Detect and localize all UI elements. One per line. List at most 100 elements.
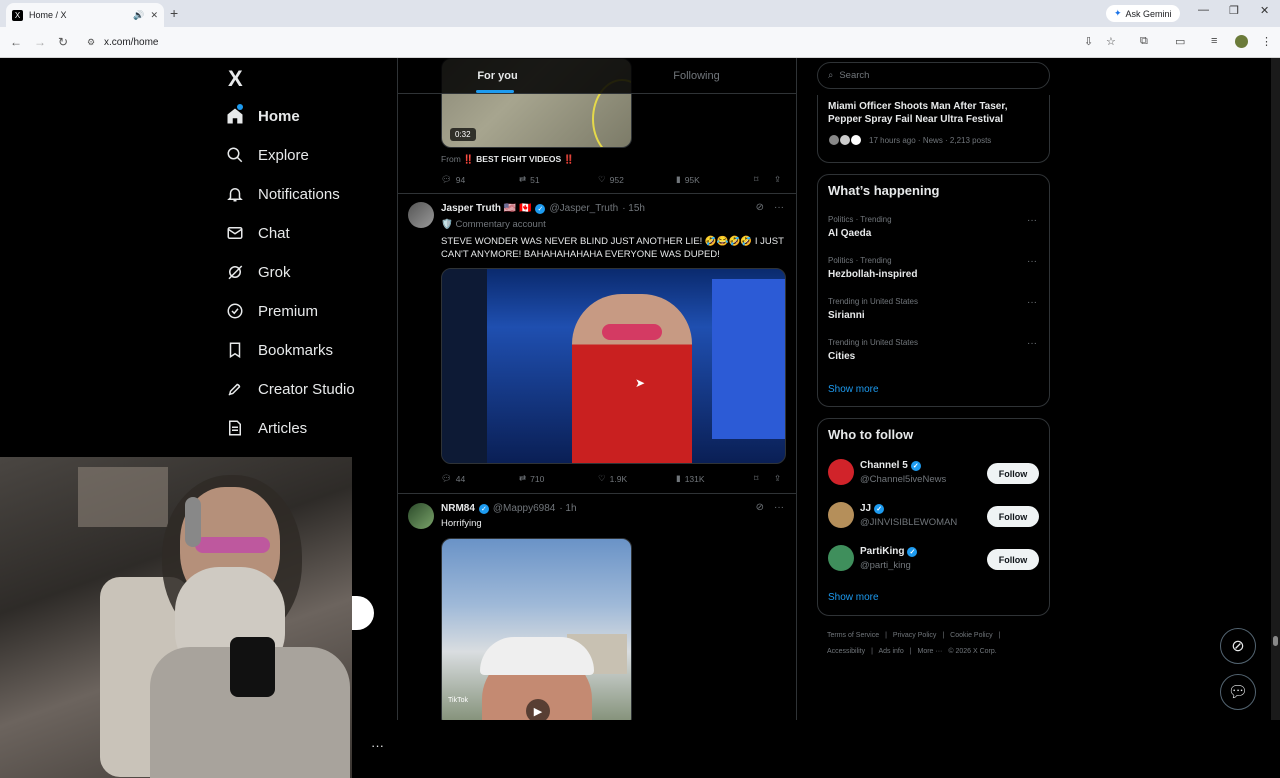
play-icon[interactable]: ▶ xyxy=(526,699,550,720)
sidebar-item-grok[interactable]: Grok xyxy=(226,260,291,284)
post-time[interactable]: · 1h xyxy=(559,503,576,514)
sidebar-item-premium[interactable]: Premium xyxy=(226,299,318,323)
trend-more-icon[interactable]: ··· xyxy=(1027,215,1037,226)
repost-count: 710 xyxy=(530,473,545,484)
avatar[interactable] xyxy=(828,545,854,571)
author-name[interactable]: Jasper Truth 🇺🇸 🇨🇦 xyxy=(441,203,531,214)
menu-kebab-icon[interactable]: ⋮ xyxy=(1261,35,1272,48)
search-input[interactable]: ⌕ Search xyxy=(817,62,1050,89)
author-name[interactable]: NRM84 xyxy=(441,503,475,514)
media-controls-icon[interactable]: ≡ xyxy=(1211,35,1217,47)
views-icon: ▮ xyxy=(676,473,681,483)
side-panel-icon[interactable]: ▭ xyxy=(1175,35,1185,48)
follow-button[interactable]: Follow xyxy=(987,463,1039,484)
footer-link[interactable]: More ··· xyxy=(918,648,943,655)
grok-post-icon[interactable]: ⊘ xyxy=(756,202,764,213)
share-icon[interactable]: ⇪ xyxy=(774,174,781,185)
repost-button[interactable]: ⇄ 710 xyxy=(519,473,544,484)
repost-count: 51 xyxy=(530,174,540,185)
post-video[interactable] xyxy=(441,268,786,464)
repost-button[interactable]: ⇄ 51 xyxy=(519,174,540,185)
news-card[interactable]: Miami Officer Shoots Man After Taser, Pe… xyxy=(817,95,1050,163)
author-handle[interactable]: @Jasper_Truth xyxy=(549,203,618,214)
account-name[interactable]: Channel 5 ✓ xyxy=(860,460,921,471)
post-more-icon[interactable]: ··· xyxy=(774,202,784,213)
speaker-icon[interactable]: 🔊 xyxy=(133,10,144,21)
post-video[interactable]: TikTok ▶ xyxy=(441,538,632,720)
browser-tab[interactable]: X Home / X 🔊 ✕ xyxy=(6,3,164,27)
grok-fab-button[interactable]: ⊘ xyxy=(1220,628,1256,664)
show-more-link[interactable]: Show more xyxy=(828,592,879,603)
new-tab-icon[interactable]: + xyxy=(170,5,178,21)
post-more-icon[interactable]: ··· xyxy=(774,502,784,513)
sidebar-item-notifications[interactable]: Notifications xyxy=(226,182,340,206)
like-button[interactable]: ♡ 952 xyxy=(598,174,624,185)
follow-button[interactable]: Follow xyxy=(987,506,1039,527)
trend-name[interactable]: Sirianni xyxy=(828,310,865,321)
like-button[interactable]: ♡ 1.9K xyxy=(598,473,627,484)
profile-avatar[interactable] xyxy=(1235,35,1248,48)
share-icon[interactable]: ⇪ xyxy=(774,473,781,484)
sidebar-item-chat[interactable]: Chat xyxy=(226,221,290,245)
footer-link[interactable]: Privacy Policy xyxy=(893,632,937,639)
account-more-icon[interactable]: ··· xyxy=(371,738,384,753)
avatar[interactable] xyxy=(828,502,854,528)
tab-for-you[interactable]: For you xyxy=(398,58,597,93)
home-icon xyxy=(226,107,244,125)
views-button[interactable]: ▮ 131K xyxy=(676,473,705,484)
trend-more-icon[interactable]: ··· xyxy=(1027,297,1037,308)
site-info-icon[interactable]: ⚙ xyxy=(87,37,95,48)
sidebar-item-articles[interactable]: Articles xyxy=(226,416,307,440)
install-icon[interactable]: ⇩ xyxy=(1084,35,1093,48)
trend-name[interactable]: Hezbollah-inspired xyxy=(828,269,917,280)
show-more-link[interactable]: Show more xyxy=(828,384,879,395)
post-time[interactable]: · 15h xyxy=(622,203,645,214)
footer-link[interactable]: Cookie Policy xyxy=(950,632,992,639)
bookmark-star-icon[interactable]: ☆ xyxy=(1106,35,1116,48)
bookmark-post-icon[interactable]: ⌑ xyxy=(754,174,758,185)
minimize-icon[interactable]: — xyxy=(1198,4,1209,16)
sidebar-account-pill[interactable] xyxy=(352,596,374,630)
tab-following[interactable]: Following xyxy=(597,58,796,93)
footer-link[interactable]: Ads info xyxy=(878,648,903,655)
trend-name[interactable]: Cities xyxy=(828,351,855,362)
account-name[interactable]: PartiKing ✓ xyxy=(860,546,918,557)
author-handle[interactable]: @Mappy6984 xyxy=(493,503,555,514)
ask-gemini-button[interactable]: ✦ Ask Gemini xyxy=(1106,5,1180,22)
x-logo[interactable]: X xyxy=(228,66,243,92)
address-bar[interactable]: ⚙ x.com/home xyxy=(80,31,1080,53)
footer-link[interactable]: Terms of Service xyxy=(827,632,879,639)
sidebar-item-creator-studio[interactable]: Creator Studio xyxy=(226,377,355,401)
sidebar-item-bookmarks[interactable]: Bookmarks xyxy=(226,338,333,362)
footer-link[interactable]: Accessibility xyxy=(827,648,865,655)
page-scrollbar[interactable] xyxy=(1271,58,1280,720)
sidebar-item-explore[interactable]: Explore xyxy=(226,143,309,167)
restore-icon[interactable]: ❐ xyxy=(1229,4,1239,17)
back-icon[interactable]: ← xyxy=(10,35,22,49)
verified-badge-icon: ✓ xyxy=(907,546,918,557)
avatar[interactable] xyxy=(828,459,854,485)
bookmark-post-icon[interactable]: ⌑ xyxy=(754,473,758,484)
avatar[interactable] xyxy=(408,503,434,529)
follow-button[interactable]: Follow xyxy=(987,549,1039,570)
close-tab-icon[interactable]: ✕ xyxy=(150,10,158,21)
trend-name[interactable]: Al Qaeda xyxy=(828,228,871,239)
video-source[interactable]: From ‼️ BEST FIGHT VIDEOS ‼️ xyxy=(441,154,574,165)
forward-icon[interactable]: → xyxy=(34,35,46,49)
views-button[interactable]: ▮ 95K xyxy=(676,174,700,185)
reply-button[interactable]: 💬︎ 44 xyxy=(441,473,465,484)
chat-fab-button[interactable]: 💬︎ xyxy=(1220,674,1256,710)
reload-icon[interactable]: ↻ xyxy=(58,35,68,49)
news-headline[interactable]: Miami Officer Shoots Man After Taser, Pe… xyxy=(828,100,1038,126)
avatar[interactable] xyxy=(408,202,434,228)
extensions-icon[interactable]: ⧉ xyxy=(1140,35,1148,48)
trend-more-icon[interactable]: ··· xyxy=(1027,338,1037,349)
grok-post-icon[interactable]: ⊘ xyxy=(756,502,764,513)
account-name[interactable]: JJ ✓ xyxy=(860,503,885,514)
reply-button[interactable]: 💬︎ 94 xyxy=(441,174,465,185)
trend-more-icon[interactable]: ··· xyxy=(1027,256,1037,267)
scrollbar-thumb[interactable] xyxy=(1273,636,1278,646)
close-window-icon[interactable]: ✕ xyxy=(1260,4,1269,17)
sidebar-item-home[interactable]: Home xyxy=(226,104,300,128)
webcam-background-window xyxy=(78,467,168,527)
